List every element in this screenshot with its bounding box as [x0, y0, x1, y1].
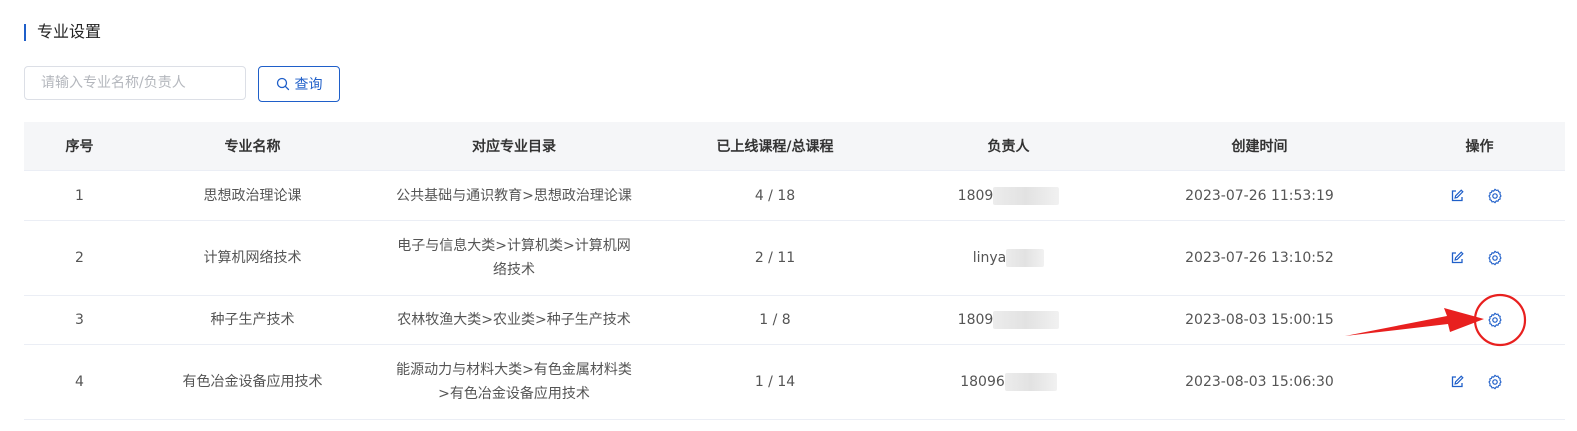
row-actions	[1394, 187, 1565, 204]
edit-icon[interactable]	[1449, 250, 1465, 266]
table-row: 4 有色冶金设备应用技术 能源动力与材料大类>有色金属材料类 >有色冶金设备应用…	[24, 345, 1565, 420]
row-catalog: 公共基础与通识教育>思想政治理论课	[370, 184, 658, 208]
row-courses: 4 / 18	[754, 187, 796, 204]
query-button[interactable]: 查询	[258, 66, 340, 102]
redaction-blur	[1004, 373, 1057, 391]
settings-icon[interactable]	[1487, 187, 1503, 204]
row-created: 2023-08-03 15:00:15	[1185, 312, 1334, 328]
row-owner-text: 1809	[957, 187, 994, 204]
row-owner: 1809	[892, 184, 1125, 208]
page: 专业设置 查询 序号 专业名称 对应专业目录 已上线课程/总课程 负责人 创建时…	[0, 0, 1577, 431]
row-created: 2023-07-26 11:53:19	[1185, 187, 1334, 204]
table-row: 2 计算机网络技术 电子与信息大类>计算机类>计算机网 络技术 2 / 11 l…	[24, 221, 1565, 296]
row-created: 2023-08-03 15:06:30	[1185, 374, 1334, 390]
row-catalog-line1: 能源动力与材料大类>有色金属材料类	[396, 362, 632, 378]
table-header: 序号 专业名称 对应专业目录 已上线课程/总课程 负责人 创建时间 操作	[24, 122, 1565, 171]
row-name: 思想政治理论课	[203, 187, 302, 204]
section-title: 专业设置	[24, 22, 101, 42]
edit-icon[interactable]	[1449, 188, 1465, 204]
redaction-blur	[993, 311, 1060, 329]
row-index: 1	[75, 187, 84, 204]
row-actions	[1394, 312, 1565, 328]
row-owner-text: 18096	[960, 374, 1005, 390]
edit-icon[interactable]	[1449, 312, 1465, 328]
settings-icon[interactable]	[1487, 250, 1503, 266]
redaction-blur	[1006, 249, 1045, 267]
row-name: 有色冶金设备应用技术	[182, 374, 323, 390]
column-header-owner: 负责人	[987, 139, 1030, 155]
column-header-created: 创建时间	[1231, 139, 1288, 155]
row-owner: linya	[892, 246, 1125, 270]
row-name: 种子生产技术	[210, 312, 295, 328]
column-header-index: 序号	[65, 139, 94, 155]
search-input[interactable]	[24, 66, 246, 100]
row-catalog-line2: 络技术	[493, 262, 535, 278]
row-catalog-line1: 电子与信息大类>计算机类>计算机网	[397, 238, 631, 254]
row-courses: 1 / 14	[754, 374, 796, 390]
row-catalog: 能源动力与材料大类>有色金属材料类 >有色冶金设备应用技术	[370, 358, 658, 406]
row-index: 3	[75, 312, 84, 328]
row-catalog: 农林牧渔大类>农业类>种子生产技术	[370, 308, 658, 332]
redaction-blur	[993, 186, 1060, 205]
table-row: 1 思想政治理论课 公共基础与通识教育>思想政治理论课 4 / 18 1809 …	[24, 171, 1565, 221]
row-owner-text: linya	[972, 250, 1007, 266]
row-index: 2	[75, 250, 84, 266]
row-catalog-line1: 农林牧渔大类>农业类>种子生产技术	[397, 312, 631, 328]
row-owner: 18096	[892, 370, 1125, 394]
row-catalog-line2: >有色冶金设备应用技术	[438, 386, 590, 402]
table-row: 3 种子生产技术 农林牧渔大类>农业类>种子生产技术 1 / 8 1809 20…	[24, 296, 1565, 345]
row-catalog-line1: 公共基础与通识教育>思想政治理论课	[396, 187, 632, 204]
row-actions	[1394, 250, 1565, 266]
column-header-name: 专业名称	[224, 139, 281, 155]
column-header-catalog: 对应专业目录	[472, 139, 556, 155]
title-accent-bar	[24, 23, 26, 41]
column-header-actions: 操作	[1465, 139, 1494, 155]
row-catalog: 电子与信息大类>计算机类>计算机网 络技术	[370, 234, 658, 282]
major-table: 序号 专业名称 对应专业目录 已上线课程/总课程 负责人 创建时间 操作 1 思…	[24, 122, 1565, 420]
row-owner-text: 1809	[957, 312, 994, 328]
search-icon	[276, 77, 290, 91]
edit-icon[interactable]	[1449, 374, 1465, 390]
settings-icon[interactable]	[1487, 312, 1503, 328]
row-name: 计算机网络技术	[203, 250, 302, 266]
row-actions	[1394, 374, 1565, 390]
row-courses: 1 / 8	[759, 312, 791, 328]
row-index: 4	[75, 374, 84, 390]
row-courses: 2 / 11	[754, 250, 796, 266]
page-title: 专业设置	[37, 22, 102, 41]
row-created: 2023-07-26 13:10:52	[1185, 250, 1334, 266]
row-owner: 1809	[892, 308, 1125, 332]
query-button-label: 查询	[294, 77, 323, 93]
column-header-courses: 已上线课程/总课程	[716, 139, 834, 155]
settings-icon[interactable]	[1487, 374, 1503, 390]
